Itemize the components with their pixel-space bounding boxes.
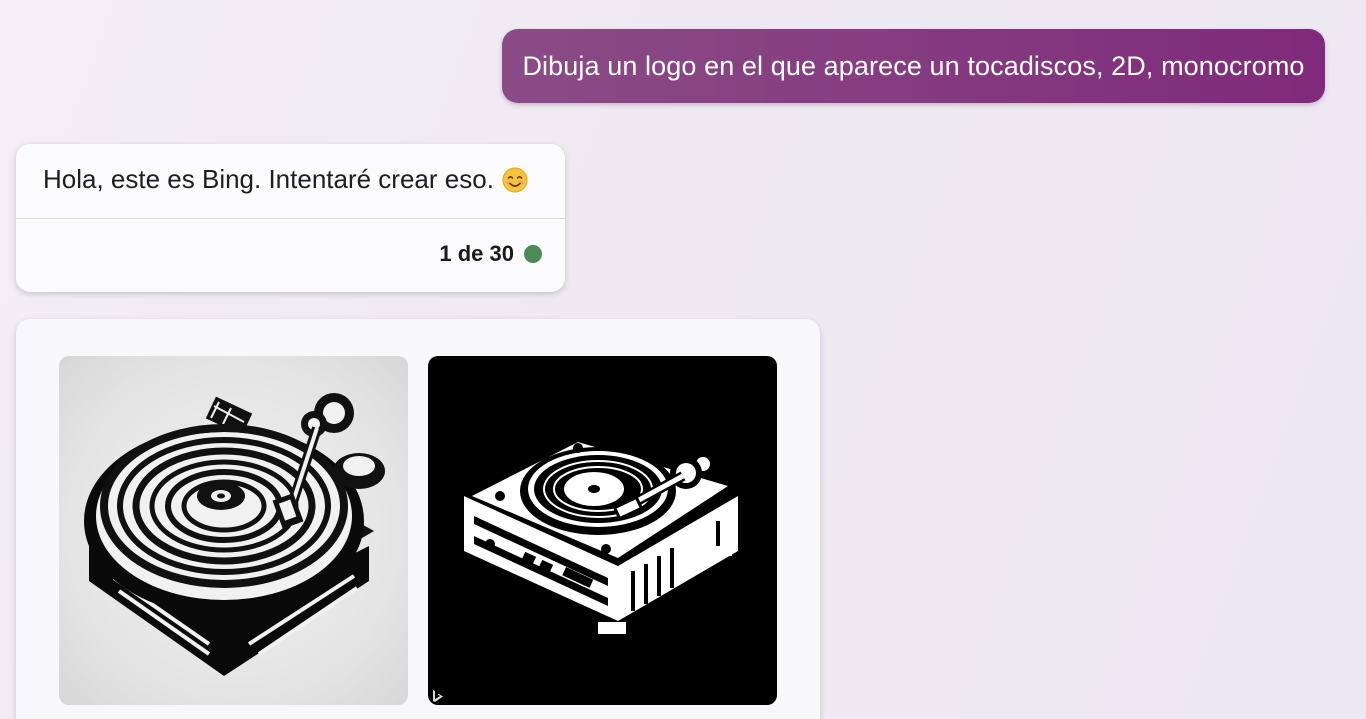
user-message-bubble: Dibuja un logo en el que aparece un toca… [502,29,1325,103]
generated-image-2[interactable] [428,356,777,705]
user-message-text: Dibuja un logo en el que aparece un toca… [522,50,1305,81]
turntable-illustration-2 [464,434,738,634]
smiling-face-icon [502,167,528,193]
generated-image-1[interactable] [59,356,408,705]
card-divider [16,218,565,219]
turn-counter-text: 1 de 30 [439,241,514,266]
bing-watermark-icon [431,689,445,703]
bot-message-line: Hola, este es Bing. Intentaré crear eso. [43,164,528,195]
turn-counter: 1 de 30 [439,241,542,267]
generated-images-card [16,319,820,719]
bot-message-card: Hola, este es Bing. Intentaré crear eso.… [16,144,565,292]
bot-message-text: Hola, este es Bing. Intentaré crear eso. [43,164,494,194]
turntable-illustration-1 [84,393,385,676]
status-dot-icon [524,245,542,263]
